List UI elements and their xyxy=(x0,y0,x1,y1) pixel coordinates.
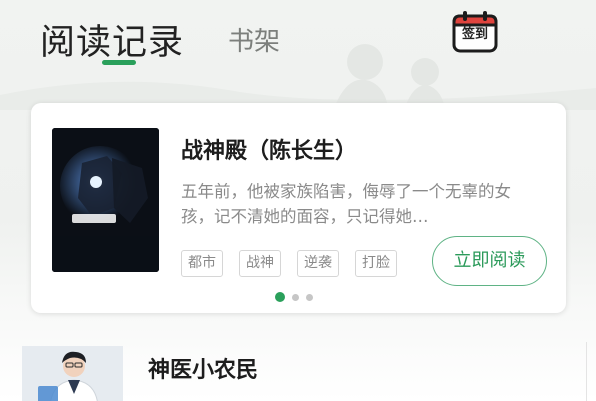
carousel-dot-active[interactable] xyxy=(275,292,285,302)
carousel-dot[interactable] xyxy=(306,293,313,301)
cover-art xyxy=(52,128,159,272)
active-tab-indicator xyxy=(102,60,136,65)
book-description: 五年前，他被家族陷害，侮辱了一个无辜的女孩，记不清她的面容，只记得她… xyxy=(181,182,511,226)
tag[interactable]: 都市 xyxy=(181,250,223,277)
book-title[interactable]: 战神殿（陈长生） xyxy=(181,133,551,165)
tab-reading-record[interactable]: 阅读记录 xyxy=(40,14,184,65)
checkin-label: 签到 xyxy=(461,27,488,42)
doctor-cover-art xyxy=(22,346,123,401)
reading-record-screen: 阅读记录 书架 签到 战神殿（陈长生） 五年前，他被家族陷害，侮辱了一个无辜的女… xyxy=(0,0,596,401)
tag-list: 都市 战神 逆袭 打脸 xyxy=(181,250,413,277)
reading-record-item[interactable]: 神医小农民 xyxy=(0,340,596,401)
book-cover[interactable] xyxy=(52,128,159,272)
tag[interactable]: 战神 xyxy=(239,250,281,277)
tag[interactable]: 逆袭 xyxy=(297,250,339,277)
carousel-dot[interactable] xyxy=(292,293,299,301)
tag[interactable]: 打脸 xyxy=(355,250,397,277)
carousel-dots xyxy=(275,292,320,302)
featured-book-card[interactable]: 战神殿（陈长生） 五年前，他被家族陷害，侮辱了一个无辜的女孩，记不清她的面容，只… xyxy=(31,103,566,313)
edge-divider xyxy=(586,342,587,401)
checkin-calendar-icon[interactable]: 签到 xyxy=(452,11,498,53)
list-book-cover[interactable] xyxy=(22,346,123,401)
list-book-title[interactable]: 神医小农民 xyxy=(148,352,258,384)
tab-bookshelf[interactable]: 书架 xyxy=(228,21,280,58)
read-now-button[interactable]: 立即阅读 xyxy=(432,236,547,286)
